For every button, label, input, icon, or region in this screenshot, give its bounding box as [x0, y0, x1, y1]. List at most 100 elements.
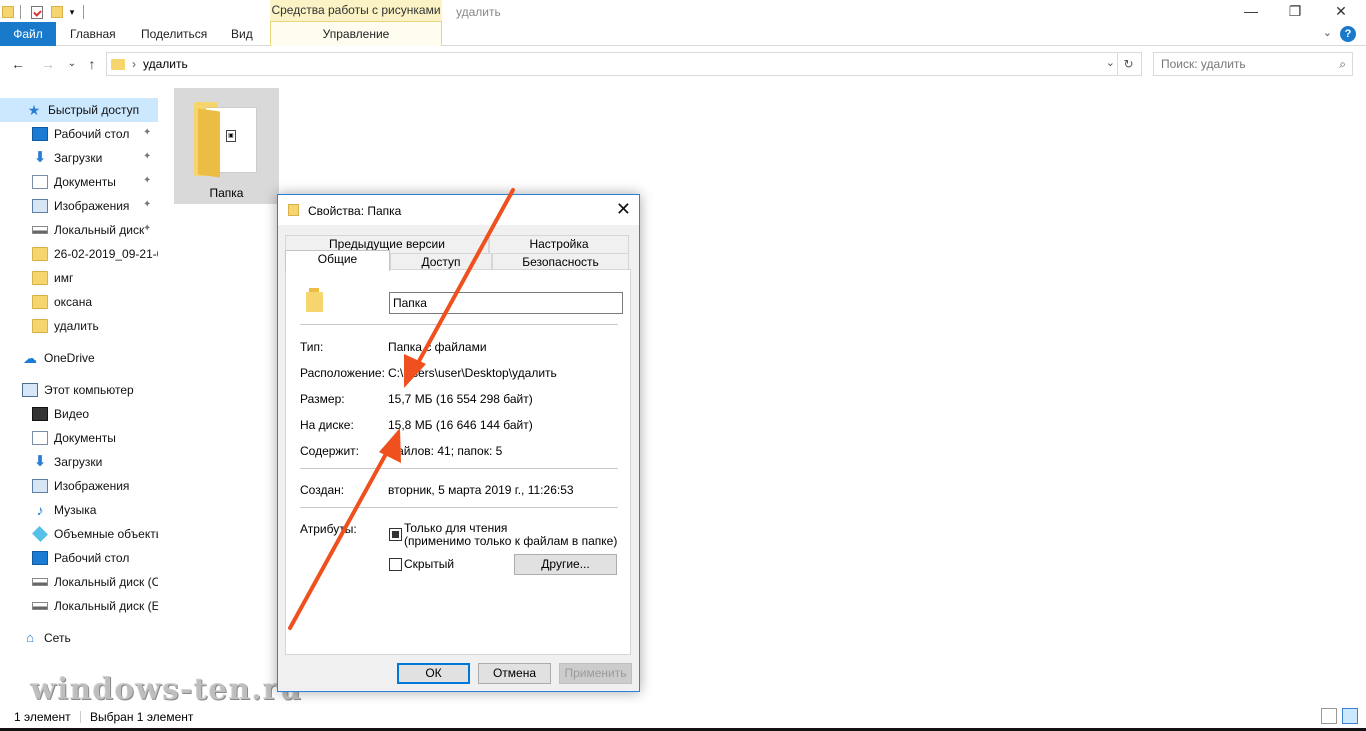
quick-access-toolbar: ▾ — [0, 0, 90, 24]
folder-small-icon[interactable] — [2, 6, 14, 18]
tab-manage[interactable]: Управление — [270, 22, 442, 46]
video-icon — [32, 407, 48, 421]
folder-name-input[interactable]: Папка — [389, 292, 623, 314]
ribbon-expand-icon[interactable]: ⌄ — [1323, 26, 1332, 39]
apply-button[interactable]: Применить — [559, 663, 632, 684]
maximize-button[interactable]: ❐ — [1272, 0, 1318, 24]
customize-qat-icon[interactable]: ▾ — [67, 4, 77, 20]
pin-icon: ✦ — [143, 223, 152, 234]
hidden-checkbox[interactable] — [389, 558, 402, 571]
tab-customize[interactable]: Настройка — [489, 235, 629, 253]
sidebar-item-label: Локальный диск — [54, 223, 145, 237]
selection-count: Выбран 1 элемент — [90, 710, 194, 724]
advanced-button[interactable]: Другие... — [514, 554, 617, 575]
sidebar-item-quick-access[interactable]: ★ Быстрый доступ — [0, 98, 158, 122]
properties-icon[interactable] — [31, 5, 43, 19]
tab-file[interactable]: Файл — [0, 22, 56, 46]
folder-item-label: Папка — [209, 186, 244, 200]
chevron-right-icon[interactable]: › — [132, 57, 136, 71]
folder-icon: ▣ — [194, 98, 258, 178]
sidebar-item-pictures[interactable]: Изображения ✦ — [0, 194, 158, 218]
attributes-label: Атрибуты: — [300, 522, 357, 536]
sidebar-item-pc-desktop[interactable]: Рабочий стол — [0, 546, 158, 570]
location-value: C:\Users\user\Desktop\удалить — [388, 366, 557, 380]
readonly-checkbox[interactable] — [389, 528, 402, 541]
sidebar-item-img[interactable]: имг — [0, 266, 158, 290]
up-arrow-icon[interactable]: ↑ — [82, 54, 102, 74]
folder-icon — [32, 319, 48, 333]
sidebar-item-downloads[interactable]: ⬇ Загрузки ✦ — [0, 146, 158, 170]
sidebar-item-label: Быстрый доступ — [48, 103, 140, 117]
watermark: windows-ten.ru — [30, 672, 303, 707]
tab-general[interactable]: Общие — [285, 250, 390, 271]
drive-icon — [32, 602, 48, 610]
forward-arrow-icon[interactable]: → — [38, 54, 58, 74]
close-icon[interactable]: ✕ — [616, 199, 631, 220]
sidebar-item-this-pc[interactable]: Этот компьютер — [0, 378, 158, 402]
status-divider — [80, 711, 81, 723]
folder-icon — [288, 204, 299, 216]
sidebar-item-desktop[interactable]: Рабочий стол ✦ — [0, 122, 158, 146]
readonly-note: (применимо только к файлам в папке) — [404, 534, 618, 548]
desktop-icon — [32, 127, 48, 141]
sidebar-item-pc-documents[interactable]: Документы — [0, 426, 158, 450]
sidebar-item-oksana[interactable]: оксана — [0, 290, 158, 314]
search-icon[interactable]: ⌕ — [1339, 53, 1346, 75]
sidebar-item-delete[interactable]: удалить — [0, 314, 158, 338]
folder-icon — [306, 288, 324, 314]
new-folder-icon[interactable] — [51, 6, 63, 18]
navigation-bar: ← → ⌄ ↑ › удалить ⌄ ↻ Поиск: удалить ⌕ — [0, 50, 1366, 78]
location-label: Расположение: — [300, 366, 385, 380]
back-arrow-icon[interactable]: ← — [8, 54, 28, 74]
desktop-icon — [32, 551, 48, 565]
search-input[interactable]: Поиск: удалить ⌕ — [1153, 52, 1353, 76]
help-icon[interactable]: ? — [1340, 26, 1356, 42]
close-button[interactable]: ✕ — [1318, 0, 1364, 24]
sidebar-item-label: Изображения — [54, 199, 130, 213]
documents-icon — [32, 431, 48, 445]
dialog-title: Свойства: Папка — [308, 204, 402, 218]
address-dropdown-icon[interactable]: ⌄ — [1106, 56, 1115, 69]
folder-item[interactable]: ▣ Папка — [174, 88, 279, 204]
window-title: удалить — [456, 5, 501, 19]
sidebar-item-3d-objects[interactable]: Объемные объекты — [0, 522, 158, 546]
sidebar-item-folder-26-02[interactable]: 26-02-2019_09-21-0 — [0, 242, 158, 266]
breadcrumb[interactable]: удалить — [143, 57, 188, 71]
large-icons-view-icon[interactable] — [1342, 708, 1358, 724]
documents-icon — [32, 175, 48, 189]
cancel-button[interactable]: Отмена — [478, 663, 551, 684]
title-bar: ▾ Средства работы с рисунками удалить — … — [0, 0, 1366, 24]
sidebar-item-onedrive[interactable]: ☁ OneDrive — [0, 346, 158, 370]
sidebar-item-local-disk[interactable]: Локальный диск ✦ — [0, 218, 158, 242]
sidebar-item-disk-c[interactable]: Локальный диск (C — [0, 570, 158, 594]
sidebar-item-network[interactable]: ⌂ Сеть — [0, 626, 158, 650]
divider — [300, 468, 618, 469]
sidebar-item-video[interactable]: Видео — [0, 402, 158, 426]
ribbon-tabs: Файл Главная Поделиться Вид Управление — [0, 22, 1366, 46]
dialog-title-bar: Свойства: Папка ✕ — [278, 195, 639, 225]
sidebar-item-label: Документы — [54, 175, 116, 189]
sidebar-item-pc-downloads[interactable]: ⬇ Загрузки — [0, 450, 158, 474]
sidebar-item-label: Видео — [54, 407, 90, 421]
address-bar[interactable]: › удалить ⌄ ↻ — [106, 52, 1142, 76]
sidebar-item-pc-pictures[interactable]: Изображения — [0, 474, 158, 498]
qat-divider-2 — [83, 5, 84, 19]
sidebar-item-label: Изображения — [54, 479, 130, 493]
explorer-window: ▾ Средства работы с рисунками удалить — … — [0, 0, 1366, 731]
tab-view[interactable]: Вид — [217, 22, 267, 46]
pictures-icon — [32, 479, 48, 493]
refresh-icon[interactable]: ↻ — [1117, 53, 1139, 75]
pictures-icon — [32, 199, 48, 213]
sidebar-item-disk-e[interactable]: Локальный диск (E — [0, 594, 158, 618]
ok-button[interactable]: ОК — [397, 663, 470, 684]
minimize-button[interactable]: — — [1228, 0, 1274, 24]
tab-share[interactable]: Поделиться — [127, 22, 221, 46]
drive-icon — [32, 578, 48, 586]
folder-icon — [111, 58, 125, 70]
sidebar-item-documents[interactable]: Документы ✦ — [0, 170, 158, 194]
sidebar-item-music[interactable]: ♪ Музыка — [0, 498, 158, 522]
created-value: вторник, 5 марта 2019 г., 11:26:53 — [388, 483, 574, 497]
details-view-icon[interactable] — [1321, 708, 1337, 724]
tab-home[interactable]: Главная — [56, 22, 130, 46]
recent-locations-chevron-icon[interactable]: ⌄ — [62, 54, 82, 74]
